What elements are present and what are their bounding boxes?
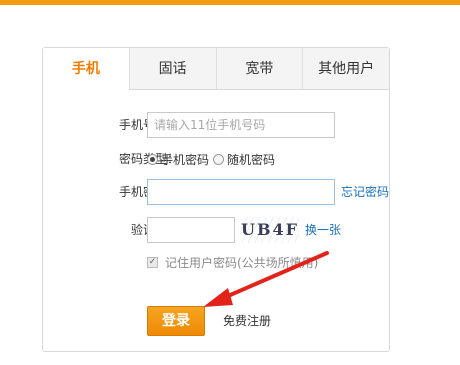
phone-row: 手机号码： xyxy=(43,112,389,138)
top-accent-bar xyxy=(0,0,460,5)
refresh-captcha-link[interactable]: 换一张 xyxy=(305,217,341,243)
login-panel: 手机 固话 宽带 其他用户 手机号码： 密码类型： 手机密码 随机密码 手机密码… xyxy=(42,47,390,352)
phone-input[interactable] xyxy=(147,112,335,138)
tab-mobile[interactable]: 手机 xyxy=(43,48,129,90)
login-type-tabs: 手机 固话 宽带 其他用户 xyxy=(43,48,389,90)
login-button[interactable]: 登录 xyxy=(147,306,205,336)
password-type-radio-group: 手机密码 随机密码 xyxy=(147,146,279,172)
remember-row: ✓ 记住用户密码(公共场所慎用) xyxy=(43,253,389,271)
radio-random-password-label[interactable]: 随机密码 xyxy=(227,151,275,168)
password-input[interactable] xyxy=(147,179,335,205)
radio-random-password[interactable] xyxy=(213,153,225,165)
captcha-image[interactable]: UB4F xyxy=(241,217,299,243)
captcha-input[interactable] xyxy=(147,217,235,243)
remember-checkbox[interactable]: ✓ xyxy=(147,256,158,268)
captcha-row: 验证码： UB4F 换一张 xyxy=(43,217,389,243)
tab-other-users[interactable]: 其他用户 xyxy=(302,48,389,90)
forgot-password-link[interactable]: 忘记密码 xyxy=(341,179,389,205)
register-link[interactable]: 免费注册 xyxy=(223,306,271,336)
radio-phone-password[interactable] xyxy=(147,153,158,165)
remember-label[interactable]: 记住用户密码(公共场所慎用) xyxy=(165,254,318,271)
remember-checkbox-row: ✓ 记住用户密码(公共场所慎用) xyxy=(147,253,318,271)
tab-landline[interactable]: 固话 xyxy=(128,48,216,90)
action-row: 登录 免费注册 xyxy=(43,306,389,336)
password-row: 手机密码： 忘记密码 xyxy=(43,179,389,205)
radio-phone-password-label[interactable]: 手机密码 xyxy=(161,151,209,168)
password-type-row: 密码类型： 手机密码 随机密码 xyxy=(43,146,389,172)
tab-broadband[interactable]: 宽带 xyxy=(215,48,303,90)
